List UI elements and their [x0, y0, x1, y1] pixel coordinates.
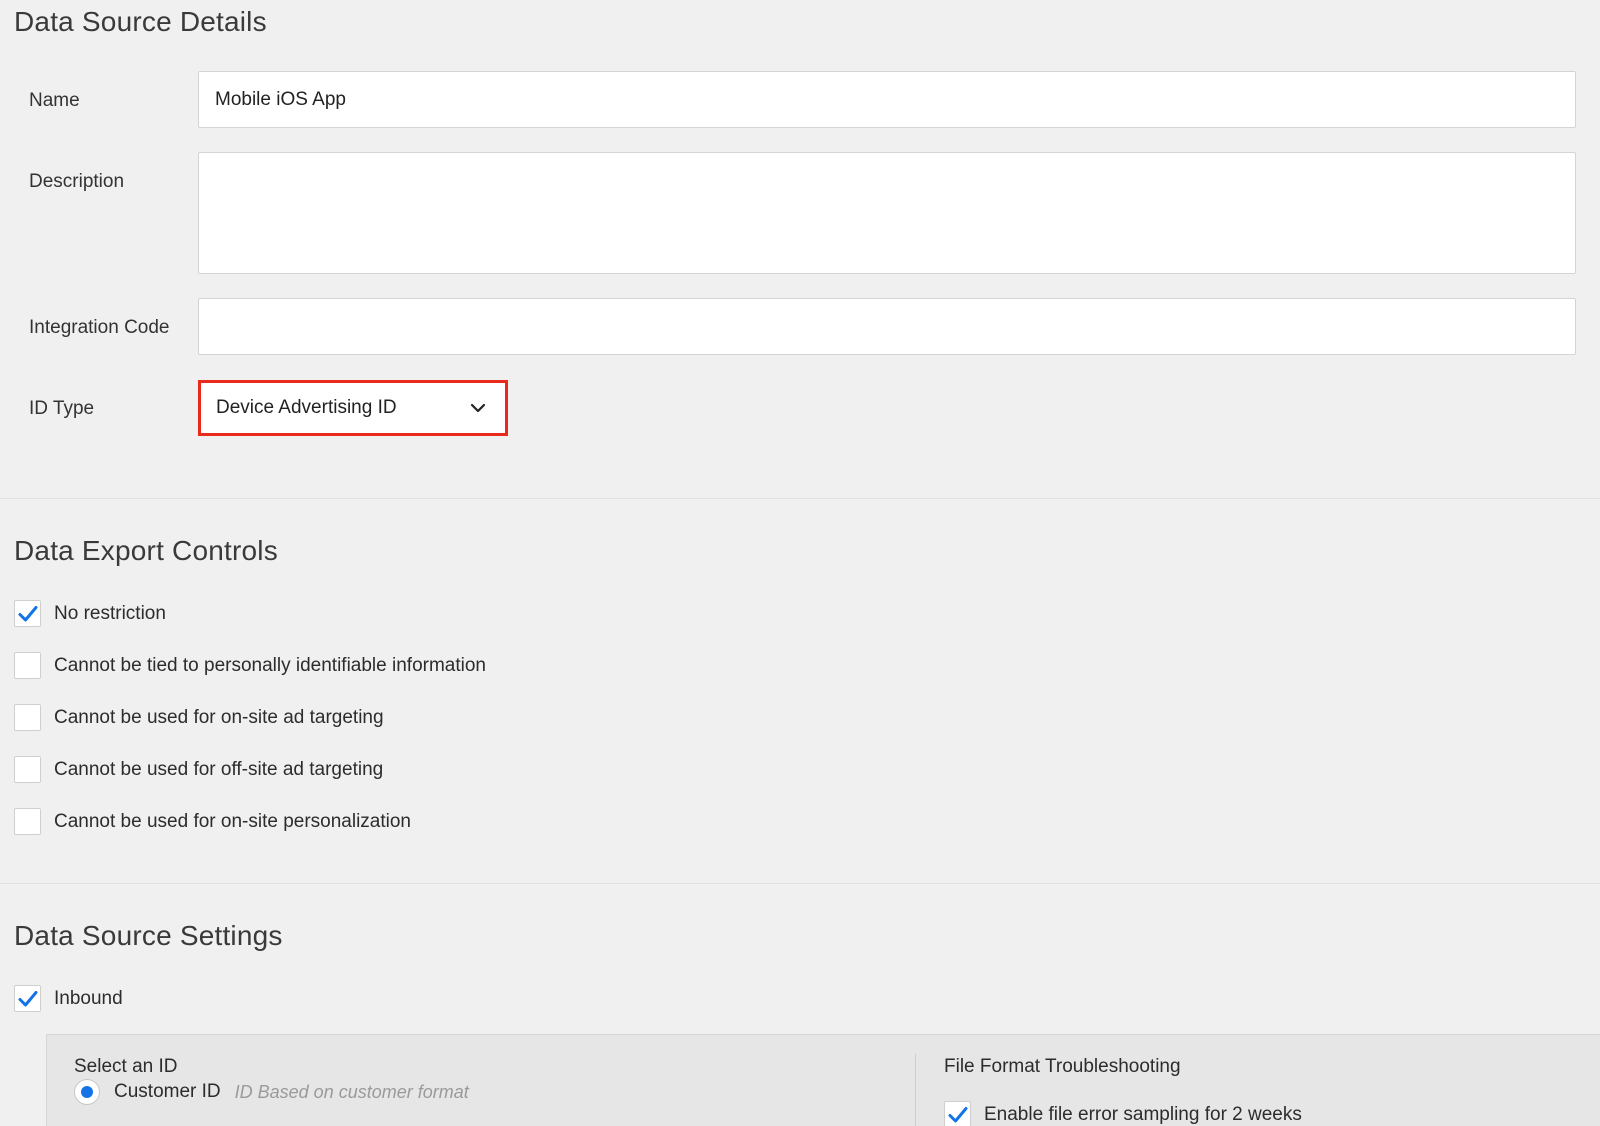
section-title-export: Data Export Controls — [14, 535, 278, 566]
name-label: Name — [29, 90, 80, 111]
export-option-no-pii[interactable]: Cannot be tied to personally identifiabl… — [14, 652, 486, 679]
section-title-settings: Data Source Settings — [14, 920, 283, 951]
checkbox-label: Enable file error sampling for 2 weeks — [984, 1103, 1302, 1125]
checkbox-label: Cannot be used for on-site personalizati… — [54, 810, 412, 832]
id-type-select[interactable]: Device Advertising ID — [198, 380, 508, 436]
checkmark-icon — [18, 605, 37, 621]
radio-dot — [81, 1086, 93, 1098]
integration-code-input[interactable] — [198, 298, 1576, 355]
radio-label: Customer ID — [114, 1081, 221, 1102]
checkbox-label: No restriction — [54, 602, 166, 624]
checkbox[interactable] — [14, 704, 41, 731]
checkbox[interactable] — [14, 652, 41, 679]
file-error-sampling-option[interactable]: Enable file error sampling for 2 weeks — [944, 1101, 1302, 1126]
checkbox-label: Cannot be used for off-site ad targeting — [54, 758, 384, 780]
file-format-troubleshooting-heading: File Format Troubleshooting — [944, 1056, 1181, 1077]
checkmark-icon — [948, 1106, 967, 1122]
export-option-no-onsite-personalization[interactable]: Cannot be used for on-site personalizati… — [14, 808, 411, 835]
id-type-label: ID Type — [29, 398, 95, 419]
section-divider — [0, 883, 1600, 884]
id-type-selected-value: Device Advertising ID — [216, 397, 397, 418]
radio-hint: ID Based on customer format — [234, 1081, 469, 1102]
description-label: Description — [29, 171, 125, 192]
checkmark-icon — [18, 990, 37, 1006]
section-divider — [0, 498, 1600, 499]
name-input[interactable] — [198, 71, 1576, 128]
description-textarea[interactable] — [198, 152, 1576, 274]
export-option-no-onsite-ad[interactable]: Cannot be used for on-site ad targeting — [14, 704, 384, 731]
export-option-no-restriction[interactable]: No restriction — [14, 600, 166, 627]
checkbox[interactable] — [944, 1101, 971, 1126]
checkbox[interactable] — [14, 985, 41, 1012]
inbound-option[interactable]: Inbound — [14, 985, 123, 1012]
data-source-page: Data Source Details Name Description Int… — [0, 0, 1600, 1126]
checkbox[interactable] — [14, 756, 41, 783]
checkbox-label: Cannot be used for on-site ad targeting — [54, 706, 384, 728]
checkbox[interactable] — [14, 600, 41, 627]
integration-code-label: Integration Code — [29, 317, 170, 338]
checkbox[interactable] — [14, 808, 41, 835]
radio-button[interactable] — [74, 1079, 100, 1105]
radio-customer-id[interactable]: Customer ID ID Based on customer format — [74, 1079, 469, 1105]
section-title-details: Data Source Details — [14, 6, 267, 37]
select-id-heading: Select an ID — [74, 1056, 178, 1077]
panel-divider — [915, 1054, 916, 1126]
checkbox-label: Cannot be tied to personally identifiabl… — [54, 654, 486, 676]
export-option-no-offsite-ad[interactable]: Cannot be used for off-site ad targeting — [14, 756, 383, 783]
chevron-down-icon — [470, 403, 486, 413]
checkbox-label: Inbound — [54, 987, 123, 1009]
